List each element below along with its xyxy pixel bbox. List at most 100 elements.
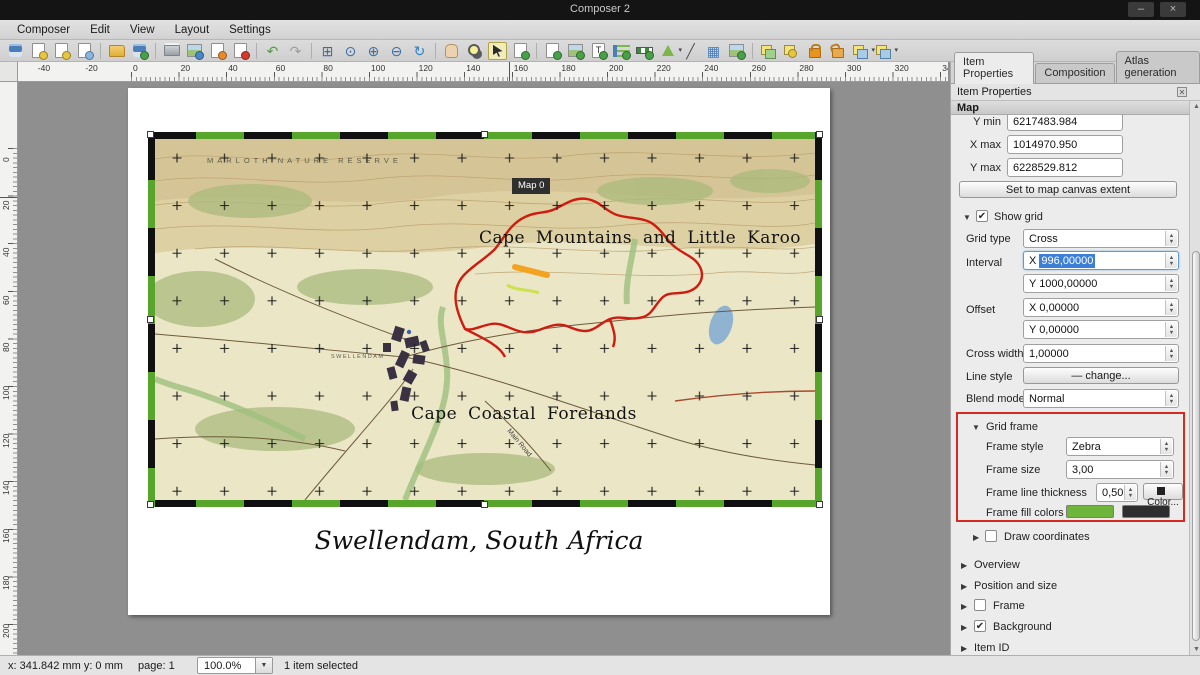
cross-width-field[interactable]: 1,00000▲▼ (1023, 344, 1179, 363)
select-move-item-button[interactable] (488, 42, 507, 60)
x-max-field[interactable]: 1014970.950 (1007, 135, 1123, 154)
add-new-map-button[interactable] (543, 42, 562, 60)
move-item-content-button[interactable] (511, 42, 530, 60)
add-shape-button[interactable]: ▾ (658, 42, 677, 60)
selection-handle-s[interactable] (481, 501, 488, 508)
align-items-button[interactable]: ▾ (874, 42, 893, 60)
line-style-label: Line style (966, 371, 1012, 383)
blend-mode-combo[interactable]: Normal▲▼ (1023, 389, 1179, 408)
zoom-tool-button[interactable] (465, 42, 484, 60)
background-checkbox[interactable]: ✔ (974, 620, 986, 632)
frame-color-button[interactable]: Color... (1143, 483, 1183, 500)
save-project-button[interactable] (6, 42, 25, 60)
page-title-label[interactable]: Swellendam, South Africa (128, 526, 830, 555)
show-grid-checkbox[interactable]: ✔ (976, 210, 988, 222)
frame-checkbox[interactable] (974, 599, 986, 611)
minimize-button[interactable]: – (1128, 2, 1154, 17)
page[interactable]: MARLOTH NATURE RESERVE Main Road SWELLEN… (128, 88, 830, 615)
scroll-down-icon[interactable]: ▼ (1192, 646, 1200, 653)
show-grid-expand-icon[interactable]: ▼ (963, 213, 971, 222)
line-style-change-button[interactable]: — change... (1023, 367, 1179, 384)
add-label-button[interactable] (589, 42, 608, 60)
add-legend-button[interactable] (612, 42, 631, 60)
menu-composer[interactable]: Composer (8, 22, 79, 38)
add-html-frame-button[interactable] (727, 42, 746, 60)
interval-x-field[interactable]: X 996,00000▲▼ (1023, 251, 1179, 270)
zoom-level-combo[interactable]: 100.0% ▼ (197, 657, 273, 674)
add-arrow-button[interactable]: ╱ (681, 42, 700, 60)
h-ruler-label: -40 (38, 63, 50, 73)
new-composer-button[interactable] (29, 42, 48, 60)
y-min-field[interactable]: 6217483.984 (1007, 115, 1123, 131)
composer-canvas[interactable]: MARLOTH NATURE RESERVE Main Road SWELLEN… (18, 82, 948, 655)
overview-expand-icon[interactable]: ▶ (961, 561, 967, 570)
set-to-map-canvas-extent-button[interactable]: Set to map canvas extent (959, 181, 1177, 198)
selection-handle-n[interactable] (481, 131, 488, 138)
interval-y-field[interactable]: Y 1000,00000▲▼ (1023, 274, 1179, 293)
redo-button[interactable]: ↷ (286, 42, 305, 60)
zoom-full-button[interactable]: ⊞ (318, 42, 337, 60)
panel-scrollbar[interactable]: ▲ ▼ (1189, 101, 1200, 655)
zoom-in-button[interactable]: ⊕ (364, 42, 383, 60)
offset-y-field[interactable]: Y 0,00000▲▼ (1023, 320, 1179, 339)
export-as-image-button[interactable] (185, 42, 204, 60)
pan-button[interactable] (442, 42, 461, 60)
position-and-size-expand-icon[interactable]: ▶ (961, 582, 967, 591)
selection-handle-e[interactable] (816, 316, 823, 323)
draw-coordinates-expand-icon[interactable]: ▶ (973, 533, 979, 542)
save-as-template-button[interactable] (130, 42, 149, 60)
export-as-svg-button[interactable] (208, 42, 227, 60)
composer-manager-button[interactable] (75, 42, 94, 60)
print-button[interactable] (162, 42, 181, 60)
draw-coordinates-checkbox[interactable] (985, 530, 997, 542)
item-id-expand-icon[interactable]: ▶ (961, 644, 967, 653)
selection-handle-w[interactable] (147, 316, 154, 323)
h-ruler-label: 260 (752, 63, 766, 73)
offset-x-field[interactable]: X 0,00000▲▼ (1023, 298, 1179, 317)
interval-x-prefix: X (1029, 255, 1036, 267)
group-items-button[interactable] (759, 42, 778, 60)
frame-fill-color-1-swatch[interactable] (1066, 505, 1114, 518)
map-item[interactable]: MARLOTH NATURE RESERVE Main Road SWELLEN… (148, 132, 822, 507)
tab-atlas-generation[interactable]: Atlas generation (1116, 51, 1200, 83)
menu-view[interactable]: View (121, 22, 164, 38)
lock-items-button[interactable] (805, 42, 824, 60)
selection-handle-sw[interactable] (147, 501, 154, 508)
y-max-field[interactable]: 6228529.812 (1007, 158, 1123, 177)
raise-items-button[interactable]: ▾ (851, 42, 870, 60)
background-expand-icon[interactable]: ▶ (961, 623, 967, 632)
grid-type-combo[interactable]: Cross▲▼ (1023, 229, 1179, 248)
frame-size-field[interactable]: 3,00▲▼ (1066, 460, 1174, 479)
export-as-pdf-button[interactable] (231, 42, 250, 60)
frame-expand-icon[interactable]: ▶ (961, 602, 967, 611)
load-from-template-button[interactable] (107, 42, 126, 60)
add-image-button[interactable] (566, 42, 585, 60)
undo-button[interactable]: ↶ (263, 42, 282, 60)
duplicate-composer-button[interactable] (52, 42, 71, 60)
tab-composition[interactable]: Composition (1035, 63, 1114, 83)
menu-edit[interactable]: Edit (81, 22, 119, 38)
unlock-items-button[interactable] (828, 42, 847, 60)
ungroup-items-button[interactable] (782, 42, 801, 60)
dropdown-arrow-icon[interactable]: ▾ (894, 47, 898, 54)
selection-handle-se[interactable] (816, 501, 823, 508)
add-scalebar-button[interactable] (635, 42, 654, 60)
zoom-dropdown-icon[interactable]: ▼ (255, 658, 272, 673)
frame-line-thickness-field[interactable]: 0,50▲▼ (1096, 483, 1138, 502)
zoom-actual-button[interactable]: ⊙ (341, 42, 360, 60)
scroll-up-icon[interactable]: ▲ (1192, 103, 1200, 110)
frame-fill-color-2-swatch[interactable] (1122, 505, 1170, 518)
add-attribute-table-button[interactable]: ▦ (704, 42, 723, 60)
close-button[interactable]: × (1160, 2, 1186, 17)
tab-item-properties[interactable]: Item Properties (954, 52, 1034, 84)
frame-style-combo[interactable]: Zebra▲▼ (1066, 437, 1174, 456)
menu-settings[interactable]: Settings (220, 22, 280, 38)
scrollbar-thumb[interactable] (1192, 251, 1200, 641)
selection-handle-ne[interactable] (816, 131, 823, 138)
grid-frame-expand-icon[interactable]: ▼ (972, 423, 980, 432)
menu-layout[interactable]: Layout (166, 22, 219, 38)
selection-handle-nw[interactable] (147, 131, 154, 138)
zoom-out-button[interactable]: ⊖ (387, 42, 406, 60)
panel-close-icon[interactable]: ✕ (1177, 87, 1187, 97)
refresh-view-button[interactable]: ↻ (410, 42, 429, 60)
